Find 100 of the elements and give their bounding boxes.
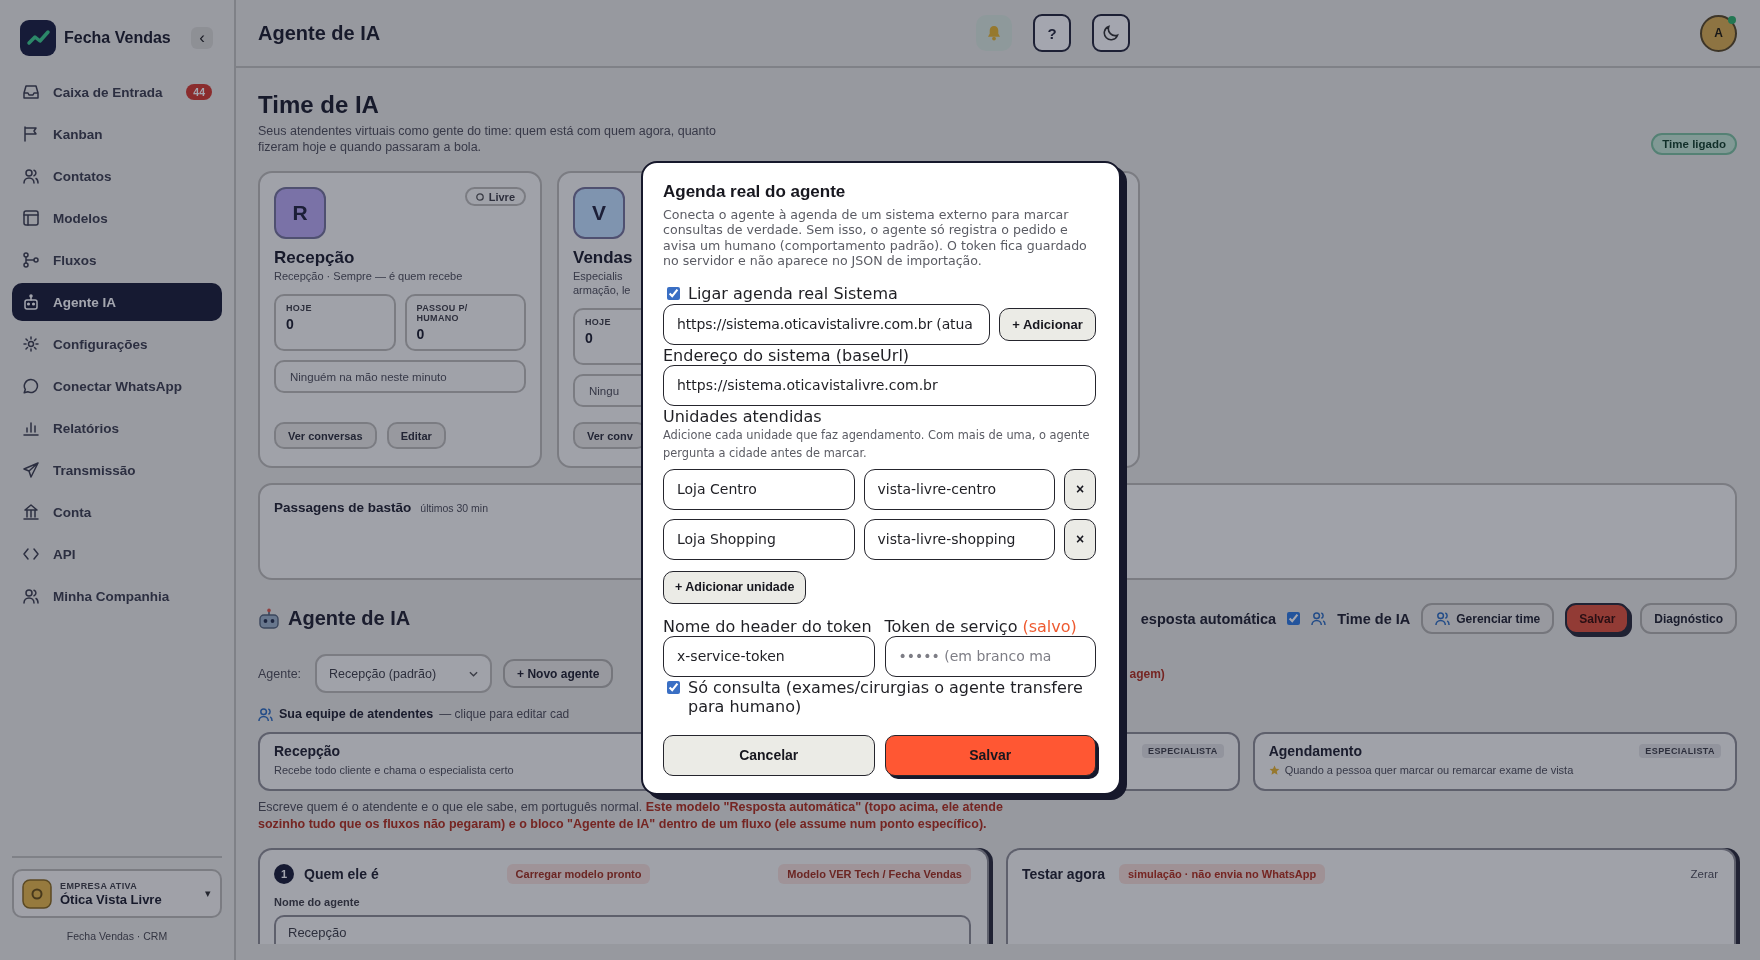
remove-button[interactable]: × <box>1064 518 1096 560</box>
manage-team-button[interactable]: Gerenciar time <box>1421 603 1555 634</box>
status-pill: Time ligado <box>1651 133 1737 155</box>
team-checkbox[interactable] <box>1287 612 1301 625</box>
base-url-field[interactable]: https://sistema.oticavistalivre.com.br <box>663 364 1096 406</box>
team-card[interactable]: Agendamento ESPECIALISTA Quando a pessoa quer marcar ou remarcar exame de vista <box>1252 732 1737 791</box>
remove-button[interactable]: × <box>1064 468 1096 510</box>
caret-icon: ▾ <box>205 887 211 900</box>
chevron-down-icon <box>469 670 479 677</box>
chart-icon <box>23 420 39 436</box>
collapse-button[interactable]: ‹ <box>191 27 213 49</box>
cancel-button[interactable]: Cancelar <box>663 734 875 776</box>
nav-item[interactable]: Fluxos <box>12 241 222 279</box>
caption-title: Sua equipe de atendentes <box>279 707 434 721</box>
template-button[interactable]: Modelo VER Tech / Fecha Vendas <box>778 864 971 884</box>
field-label: Endereço do sistema (baseUrl) <box>663 345 911 365</box>
add-unit-button[interactable]: + Adicionar unidade <box>663 570 807 604</box>
conversations-button[interactable]: Ver conversas <box>274 422 377 449</box>
field-label: Token de serviço <box>884 616 1018 636</box>
nav-item[interactable]: Relatórios <box>12 409 222 447</box>
company-name: Ótica Vista Livre <box>60 891 162 907</box>
bell-icon <box>986 25 1002 41</box>
name-field[interactable]: Recepção <box>274 915 971 944</box>
stat-value: 0 <box>286 316 295 332</box>
new-agent-button[interactable]: + Novo agente <box>503 659 614 688</box>
dialog-title: Agenda real do agente <box>663 182 847 202</box>
field-label: Agente: <box>258 666 302 681</box>
user-avatar[interactable]: A <box>1700 14 1737 52</box>
unit-code-field[interactable]: vista-livre-shopping <box>863 518 1055 560</box>
layout-icon <box>23 210 39 226</box>
nav-item[interactable]: Minha Companhia <box>12 577 222 615</box>
ring-icon <box>475 192 484 201</box>
field-label: Unidades atendidas <box>663 406 823 426</box>
token-field[interactable]: ••••• (em branco ma <box>884 635 1096 677</box>
unit-code-field[interactable]: vista-livre-centro <box>863 468 1055 510</box>
toggle-label: Time de IA <box>1337 610 1411 627</box>
robot-icon <box>258 607 280 630</box>
team-name: Agendamento <box>1268 743 1362 759</box>
settings-icon <box>23 336 39 352</box>
enable-checkbox[interactable] <box>667 286 680 300</box>
team-description: Quando a pessoa quer marcar ou remarcar exame de vista <box>1284 764 1574 776</box>
team-description: Recebe todo cliente e chama o especialista certo <box>274 764 514 776</box>
nav-item[interactable]: Kanban <box>12 115 222 153</box>
saved-status: (salvo) <box>1022 616 1077 636</box>
theme-button[interactable] <box>1092 14 1130 52</box>
consult-only-checkbox[interactable] <box>667 680 680 694</box>
agent-avatar: R <box>274 187 326 239</box>
send-icon <box>23 462 39 478</box>
unit-name-field[interactable]: Loja Shopping <box>663 518 855 560</box>
caption-hint: — clique para editar cad <box>439 707 570 721</box>
card-title: Passagens de bastão <box>274 500 412 515</box>
inbox-icon <box>23 84 39 100</box>
token-header-field[interactable]: x-service-token <box>663 635 875 677</box>
diagnostics-button[interactable]: Diagnóstico <box>1640 603 1737 634</box>
system-select[interactable]: https://sistema.oticavistalivre.com.br (atua <box>663 303 990 345</box>
nav-item[interactable]: Conta <box>12 493 222 531</box>
step-number: 1 <box>274 864 294 884</box>
stat-value: 0 <box>416 326 426 342</box>
nav-item[interactable]: Modelos <box>12 199 222 237</box>
count-badge: 44 <box>186 84 212 100</box>
moon-icon <box>1103 25 1119 41</box>
nav-item[interactable]: Agente IA <box>12 283 222 321</box>
users-icon <box>23 588 39 604</box>
nav-item[interactable]: Configurações <box>12 325 222 363</box>
help-button[interactable]: ? <box>1033 14 1071 52</box>
nav-item[interactable]: Conectar WhatsApp <box>12 367 222 405</box>
code-icon <box>23 546 39 562</box>
footer-text: Fecha Vendas · CRM <box>65 929 169 944</box>
toggle-label: esposta automática <box>1140 610 1277 627</box>
reset-button[interactable]: Zerar <box>1690 868 1718 880</box>
stat-label: PASSOU P/ HUMANO <box>416 303 469 323</box>
section-subtitle: Seus atendentes virtuais como gente do time: quem está com quem agora, quanto fizeram hoje e quando passaram a bola. <box>258 123 717 155</box>
company-caption: EMPRESA ATIVA <box>60 880 139 892</box>
nav-item[interactable]: Transmissão <box>12 451 222 489</box>
add-button[interactable]: + Adicionar <box>999 307 1096 341</box>
building-icon <box>23 504 39 520</box>
company-switcher[interactable]: EMPRESA ATIVA Ótica Vista Livre ▾ <box>12 869 222 918</box>
nav-item[interactable]: Caixa de Entrada 44 <box>12 73 222 111</box>
template-button[interactable]: Carregar modelo pronto <box>506 864 651 884</box>
edit-button[interactable]: Editar <box>386 422 446 449</box>
help-text: Adicione cada unidade que faz agendamento. Com mais de uma, o agente pergunta a cidade antes de marcar. <box>663 426 1091 462</box>
field-label: Nome do agente <box>274 896 361 909</box>
unit-name-field[interactable]: Loja Centro <box>663 468 855 510</box>
status-field: Ninguém na mão neste minuto <box>274 360 526 393</box>
dialog-description: Conecta o agente à agenda de um sistema externo para marcar consultas de verdade. Sem isso, o agente só registra o pedido e avisa um humano (comportamento padrão). O token fica guardado no servidor e não aparece no JSON de importação. <box>663 207 1088 269</box>
agent-select[interactable]: Recepção (padrão) <box>315 654 493 693</box>
role-badge: ESPECIALISTA <box>1142 744 1224 758</box>
role-badge: ESPECIALISTA <box>1639 744 1721 758</box>
users-icon <box>1435 611 1451 626</box>
simulation-badge: simulação · não envia no WhatsApp <box>1119 864 1326 884</box>
warning-text: agem) <box>1129 666 1165 681</box>
nav-item[interactable]: Contatos <box>12 157 222 195</box>
save-button[interactable]: Salvar <box>884 734 1096 776</box>
stat-label: HOJE <box>585 317 612 327</box>
checkbox-label: Ligar agenda real Sistema <box>688 283 898 303</box>
nav-item[interactable]: API <box>12 535 222 573</box>
agent-role: Especialis <box>573 270 623 283</box>
agent-name: Recepção <box>274 247 355 269</box>
card-title: Quem ele é <box>304 866 379 882</box>
checkbox-label: Só consulta (exames/cirurgias o agente transfere para humano) <box>688 677 1084 716</box>
